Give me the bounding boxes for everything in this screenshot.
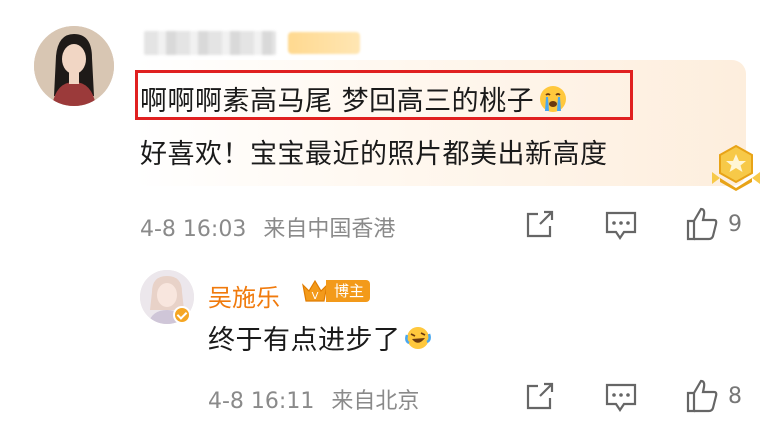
reply-text: 终于有点进步了	[208, 318, 431, 358]
comment-meta: 4-8 16:03 来自中国香港	[140, 211, 395, 243]
commenter-avatar[interactable]	[34, 26, 114, 106]
like-icon[interactable]	[684, 378, 720, 418]
comment-icon[interactable]	[604, 382, 638, 418]
medal-icon	[706, 142, 766, 196]
comment-icon[interactable]	[604, 210, 638, 246]
svg-text:V: V	[312, 291, 319, 302]
comment-time: 4-8 16:03	[140, 217, 247, 242]
share-icon[interactable]	[524, 382, 556, 416]
share-icon[interactable]	[524, 210, 556, 244]
comment-text-line2: 好喜欢！宝宝最近的照片都美出新高度	[140, 139, 608, 170]
like-count: 8	[728, 384, 742, 409]
comment-source: 来自中国香港	[263, 217, 396, 242]
blogger-badge: V 博主	[300, 277, 371, 305]
like-icon[interactable]	[684, 206, 720, 246]
verified-icon	[173, 306, 191, 324]
reply-source: 来自北京	[331, 389, 420, 414]
laughing-tears-emoji-icon	[404, 325, 431, 358]
highlight-box	[135, 70, 633, 120]
reply-time: 4-8 16:11	[208, 389, 315, 414]
like-count: 9	[728, 212, 742, 237]
reply-meta: 4-8 16:11 来自北京	[208, 383, 419, 415]
blogger-badge-label: 博主	[326, 280, 371, 302]
commenter-name-blurred[interactable]	[144, 31, 276, 55]
reply-author-name[interactable]: 吴施乐	[208, 278, 280, 313]
commenter-badge-blurred	[288, 32, 360, 54]
reply-text-content: 终于有点进步了	[208, 325, 401, 356]
